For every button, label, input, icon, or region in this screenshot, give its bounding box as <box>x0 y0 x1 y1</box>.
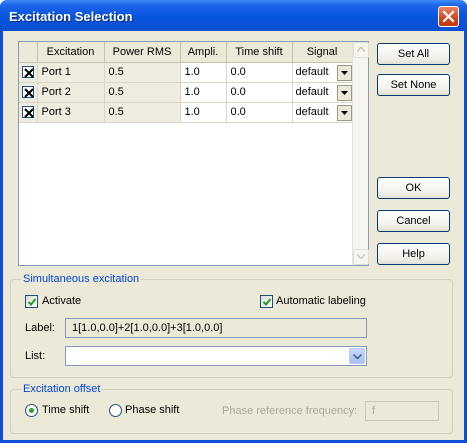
table-row[interactable]: Port 3 0.5 1.0 0.0 default <box>19 102 353 123</box>
cancel-button[interactable]: Cancel <box>377 210 450 232</box>
signal-cell[interactable]: default <box>292 82 353 103</box>
phase-shift-radio-label[interactable]: Phase shift <box>125 404 179 416</box>
excitation-grid: Excitation Power RMS Ampli. Time shift S… <box>18 41 369 266</box>
check-icon <box>24 108 34 118</box>
signal-cell[interactable]: default <box>292 62 353 83</box>
close-button[interactable] <box>438 6 459 27</box>
column-header-power-rms[interactable]: Power RMS <box>104 42 181 63</box>
column-header-ampli[interactable]: Ampli. <box>180 42 227 63</box>
power-rms-cell: 0.5 <box>104 82 181 103</box>
dialog-title: Excitation Selection <box>9 9 133 24</box>
set-all-button[interactable]: Set All <box>377 43 450 65</box>
time-shift-cell[interactable]: 0.0 <box>226 82 293 103</box>
ok-button[interactable]: OK <box>377 177 450 199</box>
chevron-down-icon <box>340 90 348 95</box>
time-shift-radio-label[interactable]: Time shift <box>42 404 89 416</box>
signal-dropdown-button[interactable] <box>336 84 351 101</box>
ampli-cell[interactable]: 1.0 <box>180 82 227 103</box>
phase-reference-frequency-label: Phase reference frequency: <box>222 405 358 417</box>
time-shift-cell[interactable]: 0.0 <box>226 62 293 83</box>
label-caption: Label: <box>25 322 55 334</box>
chevron-down-icon <box>340 70 348 75</box>
automatic-labeling-label[interactable]: Automatic labeling <box>276 295 366 307</box>
list-dropdown-button[interactable] <box>349 348 365 364</box>
power-rms-cell: 0.5 <box>104 62 181 83</box>
excitation-table: Excitation Power RMS Ampli. Time shift S… <box>19 42 353 123</box>
chevron-down-icon <box>340 110 348 115</box>
close-icon <box>442 10 455 23</box>
list-caption: List: <box>25 350 46 362</box>
dialog-window: Excitation Selection Excitation Power RM… <box>0 0 467 443</box>
column-header-signal[interactable]: Signal <box>292 42 353 63</box>
row-checkbox-cell[interactable] <box>19 82 38 103</box>
scroll-up-button[interactable] <box>353 42 369 58</box>
phase-shift-radio[interactable] <box>109 404 122 417</box>
signal-cell[interactable]: default <box>292 102 353 123</box>
signal-value: default <box>295 86 329 98</box>
signal-dropdown-button[interactable] <box>336 64 351 81</box>
scroll-down-button[interactable] <box>353 249 369 265</box>
grid-header-row: Excitation Power RMS Ampli. Time shift S… <box>19 42 353 63</box>
scroll-up-icon <box>357 47 365 52</box>
column-header-excitation[interactable]: Excitation <box>37 42 105 63</box>
excitation-cell: Port 2 <box>37 82 105 103</box>
power-rms-cell: 0.5 <box>104 102 181 123</box>
row-checkbox-cell[interactable] <box>19 62 38 83</box>
scroll-down-icon <box>357 254 365 259</box>
column-header-check <box>19 42 38 63</box>
excitation-offset-title: Excitation offset <box>21 383 103 395</box>
excitation-cell: Port 1 <box>37 62 105 83</box>
check-icon <box>27 298 37 306</box>
check-icon <box>24 88 34 98</box>
check-icon <box>24 68 34 78</box>
chevron-down-icon <box>353 354 362 359</box>
row-checkbox-cell[interactable] <box>19 102 38 123</box>
ampli-cell[interactable]: 1.0 <box>180 102 227 123</box>
phase-reference-frequency-field: f <box>365 401 439 421</box>
excitation-cell: Port 3 <box>37 102 105 123</box>
list-combobox[interactable] <box>65 346 367 366</box>
signal-dropdown-button[interactable] <box>336 104 351 121</box>
check-icon <box>262 298 272 306</box>
title-bar[interactable]: Excitation Selection <box>0 0 467 31</box>
column-header-time-shift[interactable]: Time shift <box>226 42 293 63</box>
ampli-cell[interactable]: 1.0 <box>180 62 227 83</box>
help-button[interactable]: Help <box>377 243 450 265</box>
row-checkbox[interactable] <box>21 86 34 99</box>
row-checkbox[interactable] <box>21 66 34 79</box>
set-none-button[interactable]: Set None <box>377 74 450 96</box>
table-row[interactable]: Port 2 0.5 1.0 0.0 default <box>19 82 353 103</box>
activate-checkbox[interactable] <box>25 295 38 308</box>
row-checkbox[interactable] <box>21 106 34 119</box>
radio-selected-dot <box>29 408 34 413</box>
time-shift-radio[interactable] <box>25 404 38 417</box>
simultaneous-excitation-title: Simultaneous excitation <box>21 273 142 285</box>
time-shift-cell[interactable]: 0.0 <box>226 102 293 123</box>
signal-value: default <box>295 106 329 118</box>
label-field: 1[1.0,0.0]+2[1.0,0.0]+3[1.0,0.0] <box>65 318 367 338</box>
dialog-client-area: Excitation Power RMS Ampli. Time shift S… <box>3 31 464 440</box>
signal-value: default <box>295 66 329 78</box>
automatic-labeling-checkbox[interactable] <box>260 295 273 308</box>
activate-label[interactable]: Activate <box>42 295 81 307</box>
table-row[interactable]: Port 1 0.5 1.0 0.0 default <box>19 62 353 83</box>
grid-vertical-scrollbar[interactable] <box>352 42 369 265</box>
